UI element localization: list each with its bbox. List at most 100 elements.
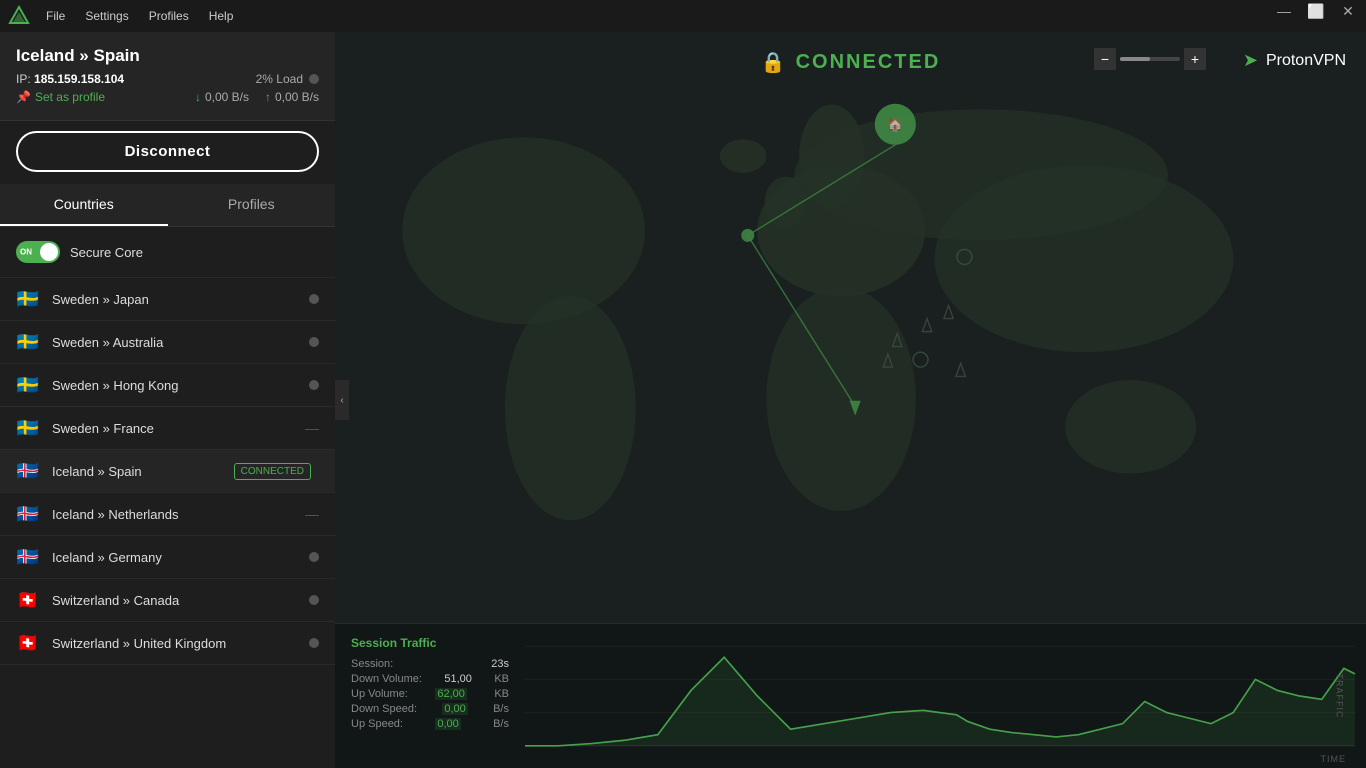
traffic-label-traffic: TRAFFIC [1335, 674, 1345, 719]
server-dot [309, 638, 319, 648]
titlebar: File Settings Profiles Help — ⬜ ✕ [0, 0, 1366, 32]
server-name: Iceland » Spain [52, 464, 234, 479]
up-vol-row: Up Volume: 62,00 KB [351, 688, 509, 700]
ip-value: 185.159.158.104 [34, 72, 124, 86]
list-item[interactable]: 🇨🇭 Switzerland » Canada [0, 579, 335, 622]
down-vol-label: Down Volume: [351, 673, 422, 685]
protonvpn-logo: ➤ ProtonVPN [1243, 50, 1346, 71]
proton-brand-label: ProtonVPN [1266, 52, 1346, 70]
list-item[interactable]: 🇸🇪 Sweden » Hong Kong [0, 364, 335, 407]
menu-settings[interactable]: Settings [75, 5, 138, 27]
list-item[interactable]: 🇨🇭 Switzerland » United Kingdom [0, 622, 335, 665]
zoom-bar-fill [1120, 57, 1150, 61]
right-panel: ‹ 🔒 CONNECTED ➤ ProtonVPN − + [335, 32, 1366, 768]
traffic-chart [525, 624, 1366, 768]
flag-switzerland-canada: 🇨🇭 [16, 591, 40, 609]
tab-profiles[interactable]: Profiles [168, 184, 336, 226]
list-item[interactable]: 🇮🇸 Iceland » Germany [0, 536, 335, 579]
server-list: 🇸🇪 Sweden » Japan 🇸🇪 Sweden » Australia … [0, 278, 335, 768]
flag-sweden-australia: 🇸🇪 [16, 333, 40, 351]
server-dot [309, 294, 319, 304]
up-speed-unit: B/s [493, 718, 509, 730]
session-label: Session: [351, 658, 393, 670]
zoom-slider[interactable] [1120, 57, 1180, 61]
toggle-on-label: ON [20, 248, 32, 257]
connection-header: Iceland » Spain IP: 185.159.158.104 2% L… [0, 32, 335, 121]
flag-iceland-nl: 🇮🇸 [16, 505, 40, 523]
proton-logo-icon [8, 5, 30, 27]
tab-bar: Countries Profiles [0, 184, 335, 227]
flag-sweden-japan: 🇸🇪 [16, 290, 40, 308]
list-item[interactable]: 🇸🇪 Sweden » Australia [0, 321, 335, 364]
down-vol-unit: KB [494, 673, 509, 685]
list-item[interactable]: 🇸🇪 Sweden » Japan [0, 278, 335, 321]
server-name: Switzerland » United Kingdom [52, 636, 309, 651]
menu-profiles[interactable]: Profiles [139, 5, 199, 27]
collapse-sidebar-button[interactable]: ‹ [335, 380, 349, 420]
close-button[interactable]: ✕ [1338, 4, 1358, 18]
up-vol-value: 62,00 [435, 688, 467, 700]
traffic-title: Session Traffic [351, 636, 509, 650]
server-name: Sweden » France [52, 421, 305, 436]
list-item[interactable]: 🇸🇪 Sweden » France — [0, 407, 335, 450]
up-arrow-icon: ↑ [265, 90, 271, 104]
server-name: Iceland » Germany [52, 550, 309, 565]
proton-send-icon: ➤ [1243, 50, 1258, 71]
ip-label: IP: [16, 72, 31, 86]
down-speed-row: Down Speed: 0,00 B/s [351, 703, 509, 715]
menu-file[interactable]: File [36, 5, 75, 27]
flag-iceland-spain: 🇮🇸 [16, 462, 40, 480]
zoom-in-button[interactable]: + [1184, 48, 1206, 70]
world-map: 🏠 [349, 72, 1366, 623]
down-speed: ↓ 0,00 B/s [195, 90, 249, 104]
server-dot [309, 595, 319, 605]
connection-title: Iceland » Spain [16, 46, 319, 66]
load-value: 2% Load [256, 72, 303, 86]
session-value: 23s [491, 658, 509, 670]
server-name: Iceland » Netherlands [52, 507, 305, 522]
menu-bar: File Settings Profiles Help [36, 5, 243, 27]
connected-badge: CONNECTED [234, 463, 311, 480]
down-vol-row: Down Volume: 51,00 KB [351, 673, 509, 685]
down-arrow-icon: ↓ [195, 90, 201, 104]
up-speed-value: 0,00 B/s [275, 90, 319, 104]
ip-address: IP: 185.159.158.104 [16, 72, 124, 86]
menu-help[interactable]: Help [199, 5, 244, 27]
secure-core-toggle[interactable]: ON [16, 241, 60, 263]
traffic-graph: TRAFFIC TIME [525, 624, 1366, 768]
svg-text:🏠: 🏠 [887, 117, 903, 132]
down-speed-value: 0,00 [442, 703, 467, 715]
list-item[interactable]: 🇮🇸 Iceland » Netherlands — [0, 493, 335, 536]
zoom-controls: − + [1094, 48, 1206, 70]
up-speed-value: 0,00 [435, 718, 460, 730]
toggle-knob [40, 243, 58, 261]
tab-countries[interactable]: Countries [0, 184, 168, 226]
server-name: Sweden » Australia [52, 335, 309, 350]
down-speed-unit: B/s [493, 703, 509, 715]
zoom-out-button[interactable]: − [1094, 48, 1116, 70]
flag-sweden-france: 🇸🇪 [16, 419, 40, 437]
up-speed: ↑ 0,00 B/s [265, 90, 319, 104]
disconnect-button[interactable]: Disconnect [16, 131, 319, 172]
server-name: Sweden » Hong Kong [52, 378, 309, 393]
load-indicator [309, 74, 319, 84]
set-profile-link[interactable]: 📌 Set as profile [16, 90, 105, 104]
maximize-button[interactable]: ⬜ [1306, 4, 1326, 18]
profile-row: 📌 Set as profile ↓ 0,00 B/s ↑ 0,00 B/s [16, 90, 319, 104]
list-item-connected[interactable]: 🇮🇸 Iceland » Spain CONNECTED [0, 450, 335, 493]
server-dash: — [305, 506, 319, 522]
logo [8, 5, 30, 27]
speed-row: ↓ 0,00 B/s ↑ 0,00 B/s [195, 90, 319, 104]
traffic-stats: Session Traffic Session: 23s Down Volume… [335, 624, 525, 768]
server-dot [309, 380, 319, 390]
minimize-button[interactable]: — [1274, 4, 1294, 18]
flag-iceland-germany: 🇮🇸 [16, 548, 40, 566]
up-vol-unit: KB [494, 688, 509, 700]
server-dot [309, 552, 319, 562]
connected-text: CONNECTED [796, 51, 941, 74]
down-speed-value: 0,00 B/s [205, 90, 249, 104]
ip-row: IP: 185.159.158.104 2% Load [16, 72, 319, 86]
pin-icon: 📌 [16, 90, 31, 104]
server-dot [309, 337, 319, 347]
left-panel: Iceland » Spain IP: 185.159.158.104 2% L… [0, 32, 335, 768]
